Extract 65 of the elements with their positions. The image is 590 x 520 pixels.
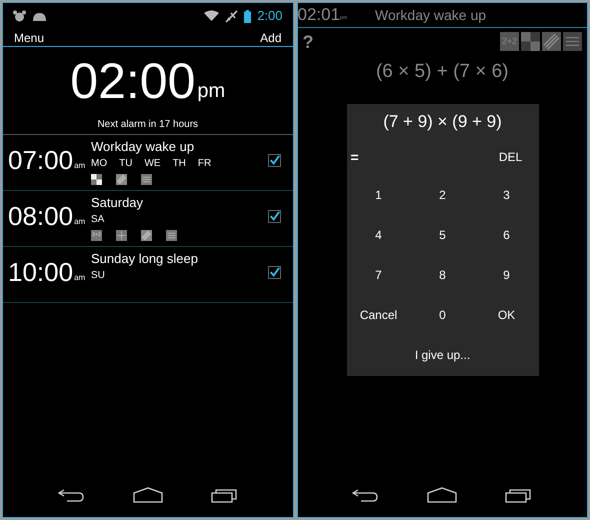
alarm-checkbox[interactable] (268, 210, 280, 223)
answer-field[interactable]: = (350, 146, 359, 168)
keypad-button[interactable]: 9 (474, 255, 538, 295)
alarm-day: MO (91, 156, 108, 171)
math-expression: (6 × 5) + (7 × 6) (374, 60, 510, 84)
wifi-icon (204, 10, 220, 22)
alarm-time: 10:00 (8, 258, 74, 286)
keypad-button[interactable]: 5 (410, 215, 474, 255)
recent-apps-icon[interactable] (505, 487, 534, 503)
checker-icon (521, 32, 540, 51)
check-icon (268, 210, 280, 223)
dialog-expression: (7 + 9) × (9 + 9) (383, 111, 502, 133)
alarm-checkbox[interactable] (268, 266, 280, 279)
header-time: 02:01 (298, 4, 340, 26)
text-lines-icon (563, 32, 582, 51)
grid-tile-icon (116, 230, 127, 241)
checker-icon (91, 174, 102, 185)
add-button[interactable]: Add (260, 28, 282, 46)
alarm-day: SA (91, 212, 104, 227)
keypad-button[interactable]: Cancel (346, 295, 410, 335)
alarm-period: am (74, 272, 86, 284)
alarm-title: Workday wake up (91, 138, 196, 155)
delete-button[interactable]: DEL (490, 148, 530, 166)
help-button[interactable]: ? (302, 32, 314, 52)
alarm-title: Workday wake up (375, 6, 486, 25)
alarm-title: Sunday long sleep (91, 250, 199, 267)
striped-tile-icon (141, 230, 152, 241)
home-icon[interactable] (132, 487, 163, 503)
keypad-button[interactable]: 1 (346, 175, 410, 215)
check-icon (268, 154, 280, 167)
keypad-button[interactable]: 7 (346, 255, 410, 295)
keypad-button[interactable]: 6 (474, 215, 538, 255)
alarm-checkbox[interactable] (268, 154, 280, 167)
keypad-button[interactable]: 3 (474, 175, 538, 215)
alarm-day: TU (119, 156, 132, 171)
keypad-button[interactable]: 4 (346, 215, 410, 255)
alarm-day: TH (172, 156, 186, 171)
alarm-title: Saturday (91, 194, 144, 211)
striped-tile-icon (116, 174, 127, 185)
alarm-time: 08:00 (8, 202, 74, 230)
recent-apps-icon[interactable] (210, 487, 239, 503)
next-alarm-text: Next alarm in 17 hours (97, 118, 198, 132)
text-lines-icon (141, 174, 152, 185)
battery-icon (244, 10, 252, 22)
back-icon[interactable] (56, 487, 85, 503)
check-icon (268, 266, 280, 279)
alarm-day: WE (144, 156, 161, 171)
back-icon[interactable] (351, 487, 380, 503)
give-up-button[interactable]: I give up... (414, 335, 470, 375)
keypad-button[interactable]: 0 (410, 295, 474, 335)
current-time: 02:00 (70, 52, 196, 111)
keypad-button[interactable]: OK (474, 295, 538, 335)
keypad-button[interactable]: 8 (410, 255, 474, 295)
home-icon[interactable] (427, 487, 458, 503)
alarm-time: 07:00 (8, 146, 74, 174)
striped-tile-icon (542, 32, 561, 51)
keypad-button[interactable]: 2 (410, 175, 474, 215)
alarm-period: am (74, 216, 86, 228)
alarm-day: SU (91, 268, 105, 283)
status-time: 2:00 (257, 7, 282, 26)
text-lines-icon (166, 230, 177, 241)
alarm-period: am (74, 160, 86, 172)
alarm-day: FR (198, 156, 212, 171)
menu-button[interactable]: Menu (14, 28, 44, 46)
time-period: pm (197, 79, 226, 104)
